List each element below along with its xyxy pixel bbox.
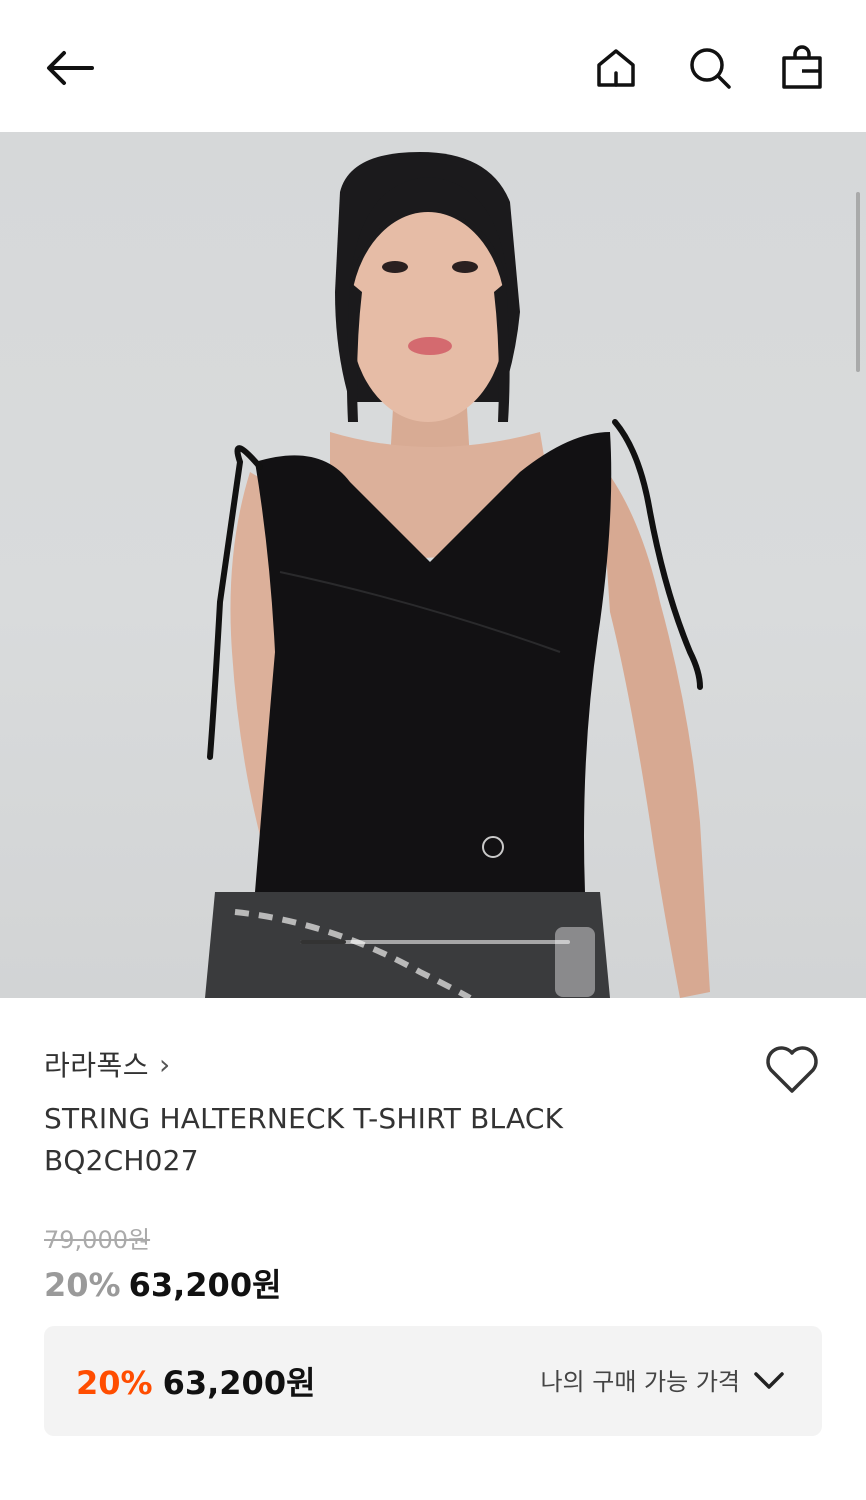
gallery-progress-fill [300, 940, 346, 944]
product-title: STRING HALTERNECK T-SHIRT BLACK BQ2CH027 [44, 1102, 564, 1177]
arrow-left-icon [47, 51, 94, 85]
my-price-values: 20% 63,200원 [76, 1358, 316, 1404]
sale-price-row: 20% 63,200원 [44, 1260, 282, 1306]
my-price: 63,200원 [162, 1364, 316, 1402]
top-nav-bar [0, 0, 866, 132]
wishlist-button[interactable] [764, 1044, 820, 1096]
vertical-scrollbar[interactable] [856, 192, 860, 372]
chevron-right-icon: › [159, 1047, 171, 1081]
back-button[interactable] [40, 38, 100, 98]
home-icon [597, 49, 635, 87]
my-price-label: 나의 구매 가능 가격 [540, 1368, 740, 1396]
my-price-box[interactable]: 20% 63,200원 나의 구매 가능 가격 [44, 1326, 822, 1436]
product-image-gallery[interactable] [0, 132, 866, 998]
search-icon [690, 48, 731, 89]
original-price: 79,000원 [44, 1226, 151, 1254]
search-button[interactable] [680, 38, 740, 98]
heart-outline-icon [766, 1046, 818, 1093]
brand-name: 라라폭스 [44, 1049, 150, 1082]
sale-price: 63,200원 [128, 1266, 282, 1304]
cart-button[interactable] [772, 38, 832, 98]
my-price-toggle[interactable]: 나의 구매 가능 가격 [540, 1362, 786, 1397]
gallery-progress-bar [300, 940, 570, 944]
chevron-down-icon [754, 1371, 784, 1389]
home-button[interactable] [586, 38, 646, 98]
shopping-bag-icon [782, 45, 822, 89]
product-photo [205, 152, 710, 998]
brand-link[interactable]: 라라폭스 › [44, 1044, 170, 1084]
discount-rate: 20% [44, 1266, 121, 1304]
product-info-section: 라라폭스 › STRING HALTERNECK T-SHIRT BLACK B… [0, 998, 866, 1500]
my-discount-rate: 20% [76, 1364, 153, 1402]
